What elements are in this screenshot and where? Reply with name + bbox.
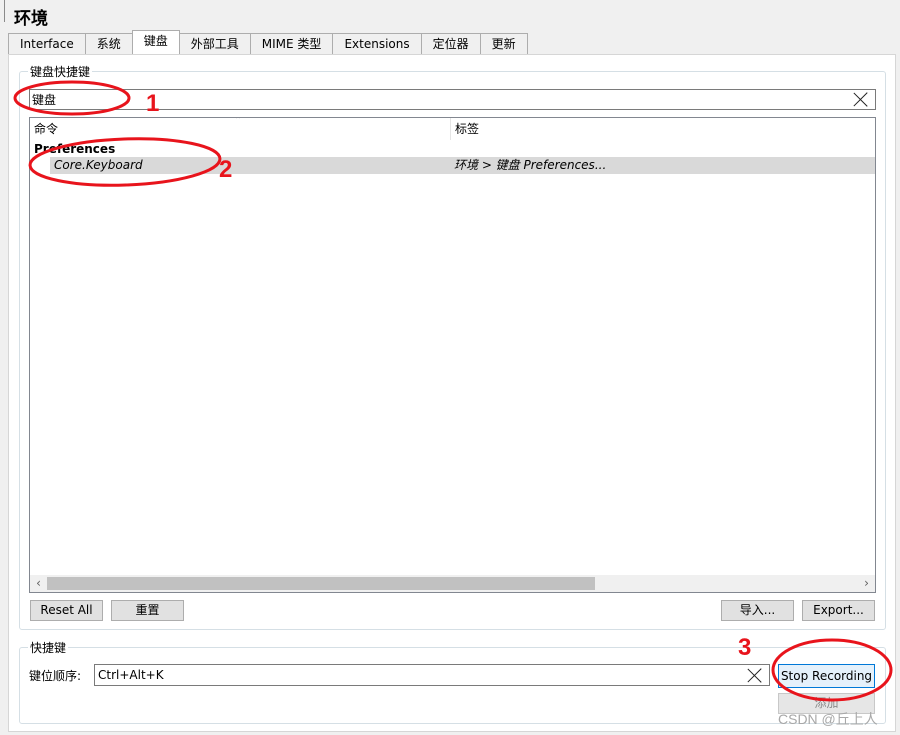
key-sequence-label: 键位顺序: bbox=[29, 669, 82, 683]
clear-sequence-icon[interactable] bbox=[746, 667, 763, 684]
tab-updates[interactable]: 更新 bbox=[479, 33, 528, 54]
tab-extensions[interactable]: Extensions bbox=[332, 33, 422, 54]
row-command: Core.Keyboard bbox=[54, 158, 143, 172]
chevron-left-icon[interactable]: ‹ bbox=[30, 575, 47, 592]
sort-ascending-icon: ⌃ bbox=[234, 117, 243, 126]
table-row-core-keyboard[interactable]: Core.Keyboard 环境 > 键盘 Preferences... bbox=[50, 157, 875, 174]
tab-locator[interactable]: 定位器 bbox=[420, 33, 481, 54]
tab-external-tools[interactable]: 外部工具 bbox=[178, 33, 251, 54]
stop-recording-button[interactable]: Stop Recording bbox=[778, 664, 875, 688]
chevron-right-icon[interactable]: › bbox=[858, 575, 875, 592]
scrollbar-thumb[interactable] bbox=[47, 577, 595, 590]
commands-tree[interactable]: 命令 ⌃ 标签 Preferences Core.Keyboard 环境 > 键… bbox=[29, 117, 876, 593]
export-button[interactable]: Export... bbox=[802, 600, 875, 621]
tab-system[interactable]: 系统 bbox=[84, 33, 133, 54]
category-preferences[interactable]: Preferences bbox=[34, 141, 115, 157]
column-header-label-text: 标签 bbox=[455, 122, 480, 136]
clear-search-icon[interactable] bbox=[852, 91, 869, 108]
annotation-number-2: 2 bbox=[219, 156, 233, 183]
tab-bar: Interface 系统 键盘 外部工具 MIME 类型 Extensions … bbox=[8, 30, 528, 54]
watermark: CSDN @丘上人 bbox=[778, 711, 878, 727]
horizontal-scrollbar[interactable]: ‹ › bbox=[30, 575, 875, 592]
annotation-number-3: 3 bbox=[738, 634, 752, 661]
keyboard-shortcuts-group-label: 键盘快捷键 bbox=[28, 63, 93, 80]
page-title: 环境 bbox=[14, 9, 48, 29]
import-button[interactable]: 导入... bbox=[721, 600, 794, 621]
annotation-number-1: 1 bbox=[146, 90, 160, 117]
reset-all-button[interactable]: Reset All bbox=[30, 600, 103, 621]
column-header-label[interactable]: 标签 bbox=[451, 118, 875, 140]
tab-interface[interactable]: Interface bbox=[8, 33, 86, 54]
key-sequence-input[interactable] bbox=[98, 666, 728, 684]
tab-mime-types[interactable]: MIME 类型 bbox=[249, 33, 334, 54]
tab-keyboard[interactable]: 键盘 bbox=[131, 30, 180, 54]
shortcut-group-label: 快捷键 bbox=[28, 639, 69, 656]
key-sequence-box bbox=[94, 664, 770, 686]
reset-button[interactable]: 重置 bbox=[111, 600, 184, 621]
window-left-edge bbox=[0, 0, 5, 22]
column-header-command-label: 命令 bbox=[34, 122, 59, 136]
row-label: 环境 > 键盘 Preferences... bbox=[454, 158, 607, 172]
